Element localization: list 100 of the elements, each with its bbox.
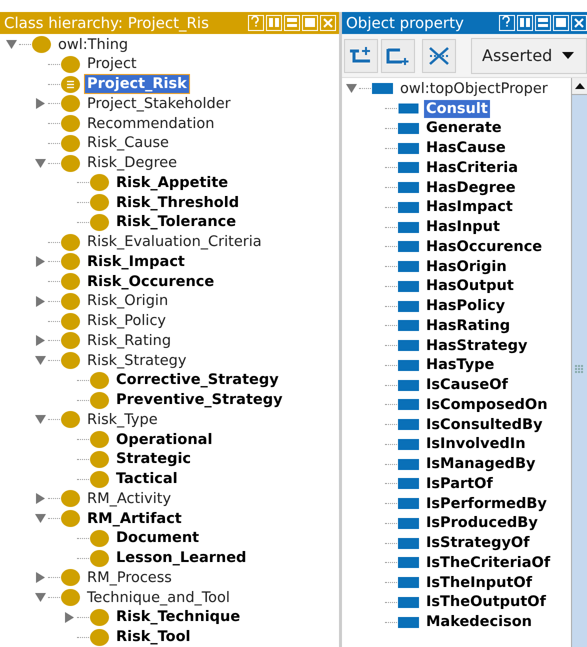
class-item[interactable]: Operational — [114, 430, 214, 449]
scroll-up-icon[interactable] — [574, 83, 584, 89]
class-item[interactable]: Technique_and_Tool — [85, 588, 232, 607]
class-item[interactable]: Risk_Cause — [85, 134, 171, 152]
class-item[interactable]: RM_Process — [85, 568, 174, 587]
class-item[interactable]: Project — [85, 55, 139, 74]
collapsed-arrow-icon[interactable] — [34, 98, 46, 110]
help-icon[interactable] — [499, 15, 515, 31]
expanded-arrow-icon[interactable] — [34, 355, 46, 366]
property-item[interactable]: HasStrategy — [424, 336, 530, 355]
class-item[interactable]: RM_Activity — [85, 490, 174, 508]
rows-icon[interactable] — [535, 15, 551, 31]
class-item[interactable]: Project_Stakeholder — [85, 94, 233, 113]
class-item[interactable]: Corrective_Strategy — [114, 371, 281, 390]
property-icon — [398, 518, 419, 529]
expanded-arrow-icon[interactable] — [34, 158, 46, 169]
class-item[interactable]: Strategic — [114, 450, 194, 468]
property-item[interactable]: IsPartOf — [424, 474, 495, 493]
class-item[interactable]: Document — [114, 529, 202, 548]
property-item[interactable]: IsTheInputOf — [424, 574, 534, 592]
class-item[interactable]: Risk_Appetite — [114, 174, 230, 192]
class-item[interactable]: Project_Risk — [85, 75, 189, 94]
expanded-arrow-icon[interactable] — [346, 83, 356, 94]
property-item[interactable]: IsManagedBy — [424, 455, 538, 474]
cross-icon — [427, 44, 451, 66]
property-item[interactable]: IsTheOutputOf — [424, 593, 548, 612]
class-item[interactable]: Risk_Policy — [85, 312, 168, 330]
class-item[interactable]: Risk_Technique — [114, 608, 242, 626]
property-item[interactable]: HasOrigin — [424, 258, 509, 276]
defined-class-icon — [61, 76, 80, 93]
property-icon — [398, 261, 419, 272]
property-item[interactable]: IsConsultedBy — [424, 416, 545, 434]
collapsed-arrow-icon[interactable] — [34, 256, 46, 268]
property-item[interactable]: HasOccurence — [424, 238, 544, 256]
property-item[interactable]: IsProducedBy — [424, 514, 540, 532]
property-item[interactable]: HasCriteria — [424, 158, 520, 177]
property-item[interactable]: HasRating — [424, 316, 512, 335]
collapsed-arrow-icon[interactable] — [64, 612, 74, 623]
collapsed-arrow-icon[interactable] — [34, 493, 46, 504]
class-item[interactable]: Risk_Tool — [114, 628, 193, 646]
property-item[interactable]: owl:topObjectProper — [398, 80, 550, 98]
property-icon — [398, 498, 419, 510]
property-item[interactable]: HasOutput — [424, 277, 516, 296]
class-item[interactable]: Preventive_Strategy — [114, 391, 285, 410]
class-item[interactable]: Recommendation — [85, 114, 216, 133]
class-item[interactable]: Risk_Impact — [85, 252, 187, 271]
collapsed-arrow-icon[interactable] — [34, 572, 46, 584]
property-item[interactable]: HasInput — [424, 218, 502, 236]
class-item[interactable]: Risk_Occurence — [85, 272, 216, 291]
columns-icon[interactable] — [266, 14, 282, 31]
caret-icon — [562, 52, 574, 60]
columns-icon[interactable] — [517, 15, 533, 31]
delete-button[interactable] — [422, 38, 456, 72]
class-item[interactable]: owl:Thing — [56, 36, 130, 54]
property-item[interactable]: IsPerformedBy — [424, 494, 549, 513]
expanded-arrow-icon[interactable] — [34, 592, 46, 604]
add-subproperty-button[interactable] — [344, 38, 378, 72]
class-item[interactable]: Risk_Tolerance — [114, 213, 238, 232]
class-item[interactable]: Risk_Type — [85, 410, 160, 429]
property-item[interactable]: Consult — [424, 100, 490, 118]
property-item[interactable]: IsStrategyOf — [424, 534, 532, 552]
class-icon — [61, 589, 80, 606]
property-icon — [398, 419, 419, 430]
class-item[interactable]: Risk_Strategy — [85, 352, 188, 370]
property-item[interactable]: IsTheCriteriaOf — [424, 554, 552, 572]
property-item[interactable]: HasCause — [424, 139, 508, 158]
add-sibling-button[interactable] — [381, 38, 415, 72]
property-item[interactable]: HasDegree — [424, 178, 518, 197]
class-item[interactable]: Risk_Degree — [85, 154, 180, 172]
property-item[interactable]: IsInvolvedIn — [424, 435, 528, 454]
property-item[interactable]: Generate — [424, 119, 504, 138]
expanded-arrow-icon[interactable] — [6, 39, 16, 50]
close-icon[interactable] — [571, 15, 587, 31]
property-item[interactable]: IsComposedOn — [424, 396, 550, 414]
property-item[interactable]: IsCauseOf — [424, 376, 510, 394]
close-icon[interactable] — [320, 14, 336, 31]
expanded-arrow-icon[interactable] — [34, 513, 46, 524]
scrollbar[interactable] — [571, 78, 587, 647]
class-item[interactable]: Risk_Threshold — [114, 194, 242, 212]
help-icon[interactable] — [248, 14, 264, 31]
class-item[interactable]: Tactical — [114, 470, 180, 488]
property-item[interactable]: Makedecison — [424, 613, 534, 632]
class-item[interactable]: RM_Artifact — [85, 510, 184, 528]
rows-icon[interactable] — [284, 14, 300, 31]
property-icon — [398, 458, 419, 470]
property-item[interactable]: HasImpact — [424, 198, 515, 216]
class-item[interactable]: Risk_Rating — [85, 332, 174, 350]
collapsed-arrow-icon[interactable] — [34, 296, 46, 307]
property-item[interactable]: HasType — [424, 356, 496, 374]
class-icon — [90, 530, 109, 547]
maximize-icon[interactable] — [553, 15, 569, 31]
view-dropdown[interactable]: Asserted — [471, 38, 587, 74]
class-item[interactable]: Risk_Origin — [85, 292, 170, 310]
expanded-arrow-icon[interactable] — [34, 414, 46, 426]
property-icon — [398, 340, 419, 352]
collapsed-arrow-icon[interactable] — [34, 335, 46, 346]
class-item[interactable]: Lesson_Learned — [114, 549, 248, 568]
property-item[interactable]: HasPolicy — [424, 297, 508, 316]
maximize-icon[interactable] — [302, 14, 318, 31]
class-item[interactable]: Risk_Evaluation_Criteria — [85, 233, 264, 252]
